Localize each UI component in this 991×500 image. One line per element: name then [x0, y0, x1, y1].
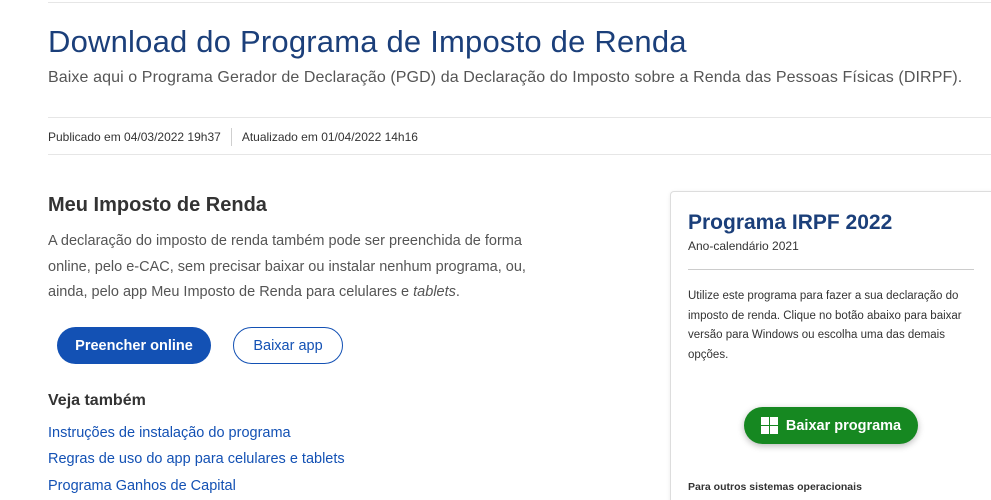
other-systems-label: Para outros sistemas operacionais [688, 481, 862, 493]
link-capital-gains-program[interactable]: Programa Ganhos de Capital [48, 478, 236, 494]
download-program-label: Baixar programa [785, 417, 902, 434]
card-text: Utilize este programa para fazer a sua d… [688, 290, 962, 361]
card-divider [688, 269, 974, 270]
card-title: Programa IRPF 2022 [688, 211, 893, 234]
published-date: Publicado em 04/03/2022 19h37 [48, 130, 221, 144]
page-title: Download do Programa de Imposto de Renda [48, 24, 687, 59]
section-title: Meu Imposto de Renda [48, 194, 267, 216]
fill-online-button[interactable]: Preencher online [57, 327, 211, 364]
card-subtitle: Ano-calendário 2021 [688, 239, 799, 253]
meta-divider-bottom [48, 154, 991, 155]
see-also-title: Veja também [48, 392, 146, 409]
link-installation-instructions[interactable]: Instruções de instalação do programa [48, 425, 291, 441]
updated-date: Atualizado em 01/04/2022 14h16 [241, 130, 418, 144]
windows-icon [760, 417, 778, 434]
meta-divider-top [48, 117, 991, 118]
link-app-usage-rules[interactable]: Regras de uso do app para celulares e ta… [48, 451, 345, 467]
download-program-button[interactable]: Baixar programa [744, 407, 918, 444]
publication-meta: Publicado em 04/03/2022 19h37 Atualizado… [48, 128, 418, 146]
page-subtitle: Baixe aqui o Programa Gerador de Declara… [48, 69, 963, 86]
top-divider [48, 2, 991, 3]
section-text: A declaração do imposto de renda também … [48, 229, 558, 306]
section-text-emphasis: tablets [413, 284, 456, 300]
download-app-button[interactable]: Baixar app [233, 327, 343, 364]
meta-separator [230, 128, 232, 146]
section-text-end: . [455, 284, 460, 300]
